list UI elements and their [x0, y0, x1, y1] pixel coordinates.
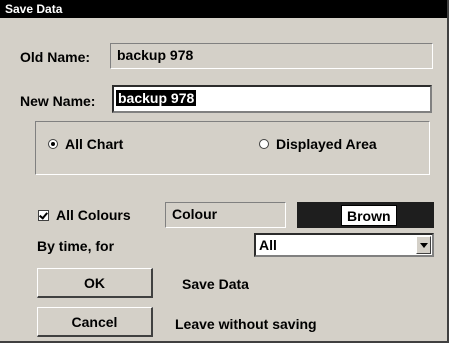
old-name-label: Old Name: — [20, 49, 91, 65]
title-bar: Save Data — [0, 0, 447, 18]
colour-field: Colour — [165, 202, 286, 228]
all-colours-label: All Colours — [56, 207, 131, 223]
new-name-label: New Name: — [20, 93, 96, 109]
radio-all-chart[interactable]: All Chart — [48, 136, 123, 152]
old-name-field: backup 978 — [110, 43, 433, 69]
chevron-down-icon[interactable] — [416, 236, 431, 254]
colour-swatch[interactable]: Brown — [297, 202, 434, 228]
checkbox-checked-icon — [38, 209, 49, 221]
new-name-selected-text: backup 978 — [116, 90, 197, 106]
ok-button-label: OK — [84, 274, 105, 291]
ok-button[interactable]: OK — [37, 268, 153, 298]
save-data-dialog: Save Data Old Name: backup 978 New Name:… — [0, 0, 449, 343]
by-time-dropdown[interactable]: All — [254, 233, 434, 257]
ok-description: Save Data — [182, 276, 249, 292]
cancel-description: Leave without saving — [175, 316, 317, 332]
radio-unselected-icon — [259, 139, 269, 149]
all-colours-checkbox[interactable]: All Colours — [38, 207, 131, 223]
cancel-button-label: Cancel — [71, 313, 118, 330]
radio-selected-icon — [48, 139, 58, 149]
by-time-selected: All — [259, 237, 277, 253]
radio-displayed-area[interactable]: Displayed Area — [259, 136, 377, 152]
radio-all-chart-label: All Chart — [65, 136, 124, 152]
colour-value: Brown — [341, 205, 397, 226]
window-title: Save Data — [5, 2, 63, 16]
by-time-label: By time, for — [37, 238, 115, 254]
cancel-button[interactable]: Cancel — [37, 307, 153, 337]
radio-displayed-area-label: Displayed Area — [276, 136, 377, 152]
new-name-input[interactable]: backup 978 — [112, 85, 432, 113]
